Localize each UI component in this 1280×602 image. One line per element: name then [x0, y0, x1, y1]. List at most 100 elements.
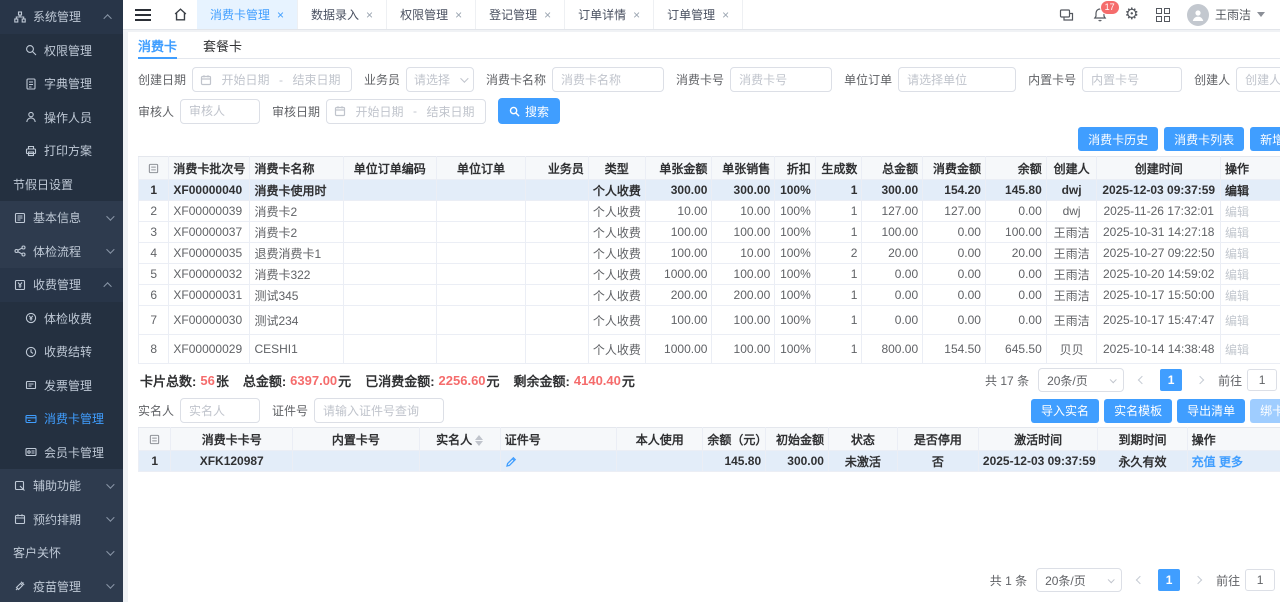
table-row[interactable]: 1 XFK120987 145.80 300.00 未激活 否 2025 [139, 451, 1280, 472]
audit-date-label: 审核日期 [272, 103, 320, 120]
sidebar-item-assist-functions[interactable]: 辅助功能 [0, 469, 123, 503]
edit-link-disabled[interactable]: 编辑 [1221, 335, 1280, 364]
edit-link-disabled[interactable]: 编辑 [1221, 306, 1280, 335]
salesman-select[interactable]: 请选择 [406, 67, 474, 92]
sidebar-item-member-card[interactable]: 会员卡管理 [0, 436, 123, 470]
card-no-input[interactable] [730, 67, 832, 92]
calendar-icon [334, 105, 346, 117]
more-link[interactable]: 更多 [1219, 455, 1243, 469]
table-row[interactable]: 5 XF00000032 消费卡322 个人收费 1000.00 100.00 … [139, 264, 1280, 285]
auditor-label: 审核人 [138, 103, 174, 120]
page-size-select[interactable]: 20条/页 [1038, 368, 1124, 392]
sidebar-item-holiday-settings[interactable]: 节假日设置 [0, 168, 123, 202]
search-button[interactable]: 搜索 [498, 98, 560, 124]
current-page[interactable]: 1 [1160, 369, 1182, 391]
notifications-bell-icon[interactable]: 17 [1092, 7, 1108, 23]
edit-link-disabled[interactable]: 编辑 [1221, 264, 1280, 285]
export-list-button[interactable]: 导出清单 [1177, 399, 1245, 423]
sort-icon[interactable] [475, 435, 483, 446]
realname-input[interactable] [180, 398, 260, 423]
calendar-icon [13, 513, 26, 526]
close-icon[interactable]: × [544, 9, 551, 21]
tab-data-entry[interactable]: 数据录入 × [298, 0, 387, 29]
edit-link-disabled[interactable]: 编辑 [1221, 243, 1280, 264]
sidebar-item-fee-transfer[interactable]: 收费结转 [0, 335, 123, 369]
sidebar-item-exam-flow[interactable]: 体检流程 [0, 235, 123, 269]
card-no-label: 消费卡号 [676, 71, 724, 88]
id-number-input[interactable] [314, 398, 444, 423]
sidebar-item-print-plan[interactable]: 打印方案 [0, 134, 123, 168]
sidebar-item-invoice[interactable]: 发票管理 [0, 369, 123, 403]
action-row: 消费卡历史 消费卡列表 新增 [138, 124, 1280, 156]
audit-date-range-picker[interactable]: 开始日期 - 结束日期 [326, 99, 486, 124]
table-row[interactable]: 3 XF00000037 消费卡2 个人收费 100.00 100.00 100… [139, 222, 1280, 243]
sidebar-item-consumption-card[interactable]: 消费卡管理 [0, 402, 123, 436]
internal-no-input[interactable] [1082, 67, 1182, 92]
subtab-package-card[interactable]: 套餐卡 [203, 32, 242, 58]
select-column-icon[interactable] [139, 428, 171, 451]
table-row[interactable]: 8 XF00000029 CESHI1 个人收费 1000.00 100.00 … [139, 335, 1280, 364]
next-page-button[interactable] [1191, 370, 1209, 390]
table-row[interactable]: 4 XF00000035 退费消费卡1 个人收费 100.00 10.00 10… [139, 243, 1280, 264]
add-button[interactable]: 新增 [1250, 127, 1280, 151]
close-icon[interactable]: × [633, 9, 640, 21]
tab-registration[interactable]: 登记管理 × [476, 0, 565, 29]
edit-link-disabled[interactable]: 编辑 [1221, 201, 1280, 222]
tab-order-management[interactable]: 订单管理 × [654, 0, 743, 29]
goto-page-input[interactable] [1247, 369, 1277, 391]
card-name-input[interactable] [552, 67, 664, 92]
settings-gear-icon[interactable]: ⚙ [1125, 7, 1139, 23]
home-icon[interactable] [163, 0, 197, 29]
consumption-card-panel: 消费卡 套餐卡 创建日期 开始日期 - 结束日期 业务员 请选择 [128, 32, 1280, 602]
sidebar-item-fee-management[interactable]: 收费管理 [0, 268, 123, 302]
user-menu[interactable]: 王雨洁 [1187, 4, 1265, 26]
unit-order-input[interactable] [898, 67, 1016, 92]
sidebar-item-basic-info[interactable]: 基本信息 [0, 201, 123, 235]
creator-input[interactable] [1236, 67, 1280, 92]
prev-page-button[interactable] [1131, 570, 1149, 590]
edit-id-icon[interactable] [500, 451, 617, 472]
recharge-link[interactable]: 充值 [1192, 455, 1216, 469]
sidebar-item-exam-fee[interactable]: 体检收费 [0, 302, 123, 336]
sidebar-item-vaccine[interactable]: 疫苗管理 [0, 570, 123, 602]
chevron-down-icon [106, 581, 114, 589]
realname-template-button[interactable]: 实名模板 [1104, 399, 1172, 423]
bind-card-button[interactable]: 绑卡 [1250, 399, 1280, 423]
close-icon[interactable]: × [455, 9, 462, 21]
menu-toggle-icon[interactable] [123, 0, 163, 29]
import-realname-button[interactable]: 导入实名 [1031, 399, 1099, 423]
edit-link-disabled[interactable]: 编辑 [1221, 222, 1280, 243]
messages-icon[interactable] [1059, 7, 1075, 23]
auditor-input[interactable] [180, 99, 260, 124]
sidebar-item-customer-care[interactable]: 客户关怀 [0, 536, 123, 570]
apps-grid-icon[interactable] [1156, 8, 1170, 22]
close-icon[interactable]: × [366, 9, 373, 21]
subtab-consumption-card[interactable]: 消费卡 [138, 32, 177, 58]
sidebar-item-permission[interactable]: 权限管理 [0, 34, 123, 68]
select-column-icon[interactable] [139, 157, 169, 180]
edit-link-disabled[interactable]: 编辑 [1221, 285, 1280, 306]
card-list-button[interactable]: 消费卡列表 [1164, 127, 1244, 151]
tab-permission[interactable]: 权限管理 × [387, 0, 476, 29]
sidebar-item-system-management[interactable]: 系统管理 [0, 0, 123, 34]
table-row[interactable]: 1 XF00000040 消费卡使用时 个人收费 300.00 300.00 1… [139, 180, 1280, 201]
goto-page-input[interactable] [1245, 569, 1275, 591]
sidebar-item-appointment[interactable]: 预约排期 [0, 503, 123, 537]
table-row[interactable]: 7 XF00000030 测试234 个人收费 100.00 100.00 10… [139, 306, 1280, 335]
realname-sortable-header[interactable]: 实名人 [419, 428, 500, 451]
create-date-range-picker[interactable]: 开始日期 - 结束日期 [192, 67, 352, 92]
close-icon[interactable]: × [722, 9, 729, 21]
close-icon[interactable]: × [277, 9, 284, 21]
tab-consumption-card[interactable]: 消费卡管理 × [197, 0, 298, 29]
tab-order-detail[interactable]: 订单详情 × [565, 0, 654, 29]
prev-page-button[interactable] [1133, 370, 1151, 390]
current-page[interactable]: 1 [1158, 569, 1180, 591]
sidebar-item-dictionary[interactable]: 字典管理 [0, 67, 123, 101]
next-page-button[interactable] [1189, 570, 1207, 590]
table-row[interactable]: 2 XF00000039 消费卡2 个人收费 10.00 10.00 100% [139, 201, 1280, 222]
sidebar-item-operators[interactable]: 操作人员 [0, 101, 123, 135]
page-size-select[interactable]: 20条/页 [1036, 568, 1122, 592]
card-history-button[interactable]: 消费卡历史 [1078, 127, 1158, 151]
table-row[interactable]: 6 XF00000031 测试345 个人收费 200.00 200.00 10… [139, 285, 1280, 306]
edit-link-disabled[interactable]: 编辑 [1221, 180, 1280, 201]
